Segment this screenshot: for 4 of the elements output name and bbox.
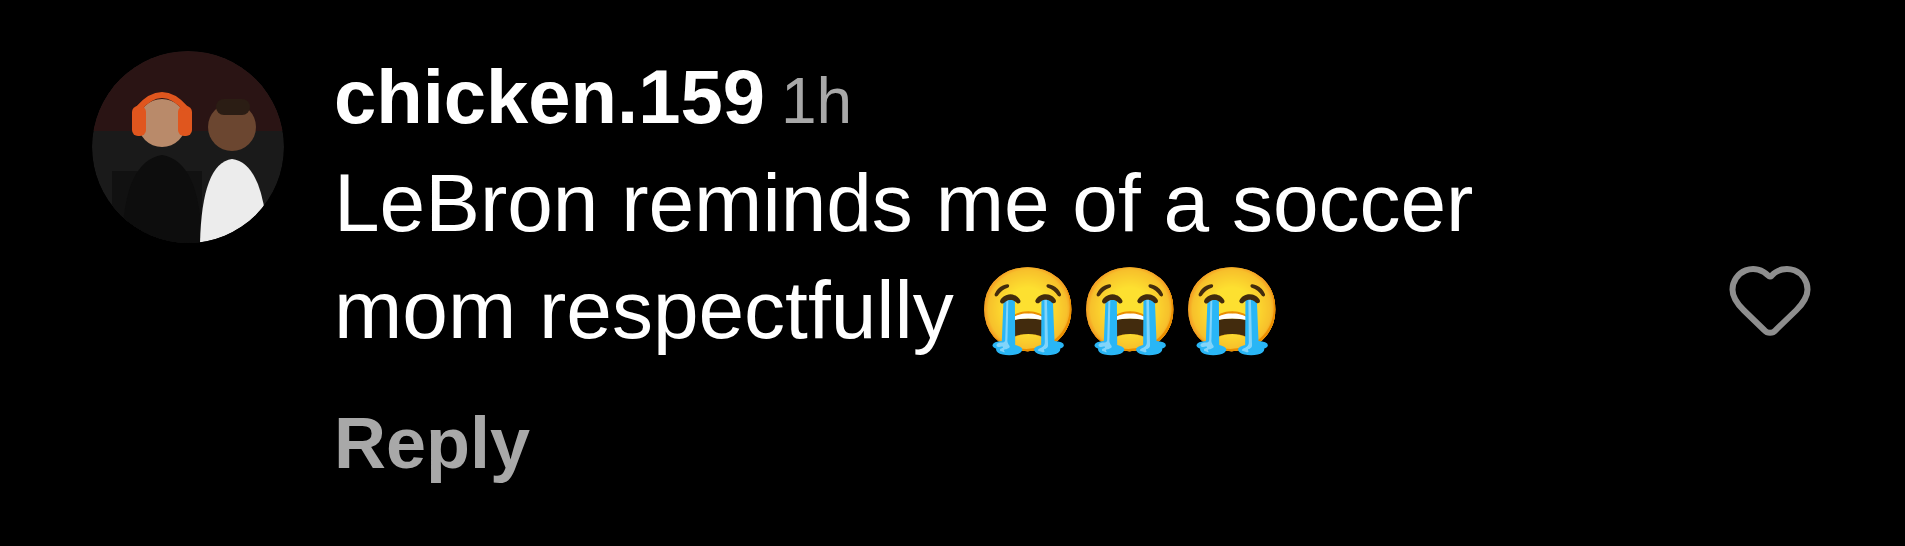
username[interactable]: chicken.159 (334, 55, 765, 139)
timestamp: 1h (780, 64, 853, 139)
reply-button[interactable]: Reply (334, 401, 531, 485)
comment-text: LeBron reminds me of a soccer mom respectfully 😭😭😭 (334, 156, 1475, 358)
